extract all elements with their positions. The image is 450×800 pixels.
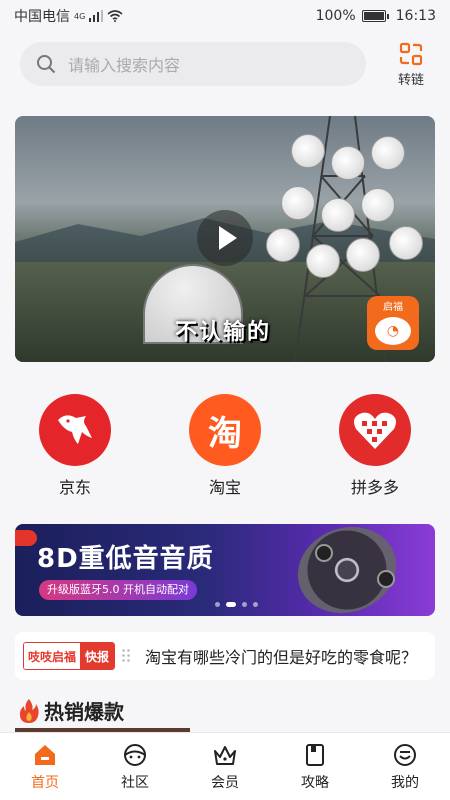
community-icon [124,743,146,766]
battery-percent: 100% [315,8,356,24]
dish [346,238,380,272]
dish [331,146,365,180]
flame-icon [19,698,39,723]
clock: 16:13 [395,8,436,24]
crown-icon [214,745,236,765]
carousel-dot[interactable] [253,602,258,607]
tab-membership[interactable]: 会员 [180,733,270,800]
video-banner[interactable]: 不认输的 启福 ◔ [15,116,435,362]
tab-community[interactable]: 社区 [90,733,180,800]
search-icon [37,55,56,74]
convert-link-button[interactable]: 转链 [386,41,436,88]
tab-label: 会员 [211,774,239,791]
carousel-dots [215,602,258,607]
earbud-graphic [315,544,333,562]
earbud-graphic [377,570,395,588]
wifi-icon [107,10,123,22]
dish [306,244,340,278]
shortcut-pinduoduo[interactable]: 拼多多 [300,394,450,504]
dish [371,136,405,170]
platform-shortcuts: 京东 淘 淘宝 拼多多 [0,394,450,504]
news-label: 快报 [80,643,115,669]
shortcut-taobao[interactable]: 淘 淘宝 [150,394,300,504]
search-row: 请输入搜索内容 转链 [0,36,450,92]
network-type: 4G [74,12,86,21]
carousel-dot[interactable] [215,602,220,607]
tab-label: 攻略 [301,774,329,791]
dish [321,198,355,232]
news-headline[interactable]: 淘宝有哪些冷门的但是好吃的零食呢？ [145,644,417,668]
shortcut-label: 京东 [58,478,91,497]
tab-profile[interactable]: 我的 [360,733,450,800]
jd-dog-icon [39,394,111,466]
carousel-dot[interactable] [242,602,247,607]
bottom-tab-bar: 首页 社区 会员 攻略 我的 [0,732,450,800]
play-button[interactable] [197,210,253,266]
tab-label: 社区 [121,774,149,791]
video-caption: 不认输的 [175,320,272,345]
dish [266,228,300,262]
status-left: 中国电信 4G [14,6,123,26]
guide-icon [306,743,324,766]
drag-dots-icon [121,648,132,664]
tab-label: 我的 [391,774,419,791]
status-bar: 中国电信 4G 100% 16:13 [0,0,450,32]
home-icon [35,744,55,765]
promo-title: 8D重低音音质 [37,544,214,574]
profile-icon [394,743,416,766]
news-brand: 吱吱启福 [24,643,81,669]
shortcut-label: 淘宝 [208,478,241,497]
convert-icon [399,42,423,65]
qifu-logo-badge: 启福 ◔ [367,296,419,350]
dish [281,186,315,220]
hot-title-text: 热销爆款 [44,700,124,724]
battery-icon [361,10,389,22]
tab-label: 首页 [31,774,59,791]
promo-banner[interactable]: 8D重低音音质 升级版蓝牙5.0 开机自动配对 [15,524,435,616]
promo-logo-icon [15,530,37,546]
carousel-dot[interactable] [226,602,236,607]
dish [361,188,395,222]
tab-guide[interactable]: 攻略 [270,733,360,800]
dish [291,134,325,168]
hot-section-title: 热销爆款 [18,696,124,725]
sound-icon: ◔ [375,317,411,345]
search-input[interactable]: 请输入搜索内容 [20,42,366,86]
signal-icon [89,10,104,22]
shortcut-label: 拼多多 [350,478,399,497]
taobao-glyph: 淘 [208,413,242,454]
news-tag: 吱吱启福 快报 [23,642,116,670]
dish [389,226,423,260]
convert-label: 转链 [397,72,424,88]
search-placeholder: 请输入搜索内容 [68,56,181,75]
status-right: 100% 16:13 [316,8,436,24]
taobao-icon: 淘 [189,394,261,466]
news-ticker[interactable]: 吱吱启福 快报 淘宝有哪些冷门的但是好吃的零食呢？ [15,632,435,680]
pinduoduo-icon [339,394,411,466]
shortcut-jd[interactable]: 京东 [0,394,150,504]
carrier-name: 中国电信 [14,9,70,25]
promo-subtitle: 升级版蓝牙5.0 开机自动配对 [39,580,197,600]
tab-home[interactable]: 首页 [0,733,90,800]
badge-text: 启福 [383,302,403,313]
